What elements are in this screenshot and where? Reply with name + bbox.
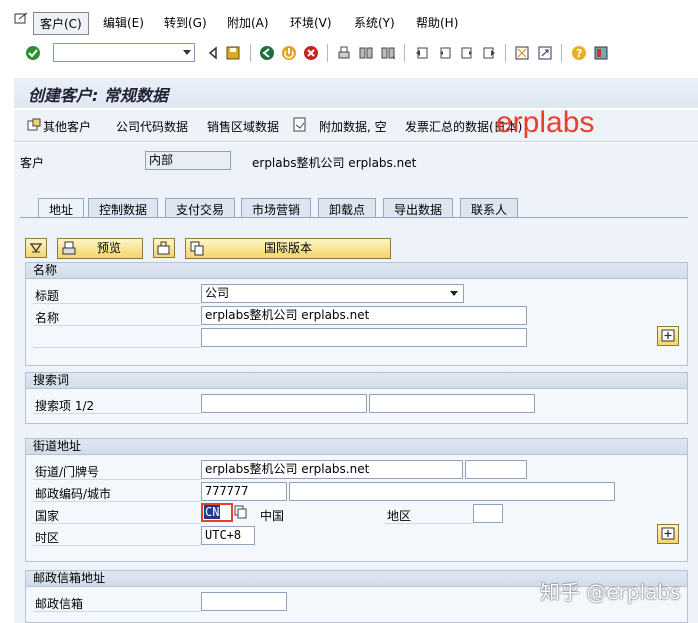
search-term-label: 搜索项 1/2 <box>35 399 95 413</box>
menu-bar: 客户(C) 编辑(E) 转到(G) 附加(A) 环境(V) 系统(Y) 帮助(H… <box>0 0 698 38</box>
prev-page-icon[interactable] <box>437 45 453 61</box>
page-title: 创建客户: 常规数据 <box>28 86 168 105</box>
timezone-input[interactable]: UTC+8 <box>201 526 255 545</box>
zhihu-watermark: 知乎 @erplabs <box>540 580 681 604</box>
find-next-icon[interactable] <box>380 45 396 61</box>
next-page-icon[interactable] <box>459 45 475 61</box>
street-label: 街道/门牌号 <box>35 465 100 479</box>
search-term2-input[interactable] <box>369 394 535 413</box>
change-icon <box>157 241 170 255</box>
customer-number-field: 内部 <box>145 151 231 170</box>
chevron-down-icon[interactable] <box>183 50 191 55</box>
po-box-input[interactable] <box>201 592 287 611</box>
brand-watermark: erplabs <box>496 106 595 139</box>
sales-area-data-button[interactable]: 销售区域数据 <box>207 118 279 135</box>
other-customer-button[interactable]: 其他客户 <box>43 118 91 135</box>
menu-help[interactable]: 帮助(H) <box>416 14 458 31</box>
preview-button[interactable]: 预览 <box>57 238 143 259</box>
intl-version-label: 国际版本 <box>263 241 312 255</box>
tab-unloading-points[interactable]: 卸载点 <box>318 198 377 217</box>
country-input[interactable]: CN <box>201 503 233 522</box>
country-label: 国家 <box>35 509 60 523</box>
more-fields-button[interactable] <box>657 326 679 346</box>
search-group-title: 搜索词 <box>26 373 687 389</box>
region-input[interactable] <box>473 504 503 523</box>
exit-icon[interactable] <box>281 45 297 61</box>
additional-data-icon[interactable] <box>293 117 307 135</box>
street-input[interactable]: erplabs整机公司 erplabs.net <box>201 460 463 479</box>
more-address-fields-button[interactable] <box>657 524 679 544</box>
salutation-value: 公司 <box>205 286 230 300</box>
tab-export-data[interactable]: 导出数据 <box>383 198 454 217</box>
expand-fields-icon <box>661 329 675 342</box>
collapse-icon <box>29 243 43 253</box>
additional-data-button[interactable]: 附加数据, 空 <box>319 118 387 135</box>
tab-payment-transactions[interactable]: 支付交易 <box>165 198 236 217</box>
timezone-label: 时区 <box>35 531 60 545</box>
salutation-select[interactable]: 公司 <box>201 284 464 303</box>
name2-input[interactable] <box>201 328 527 347</box>
intl-version-icon <box>190 241 204 256</box>
standard-toolbar: ? <box>0 38 698 68</box>
menu-system[interactable]: 系统(Y) <box>354 14 395 31</box>
print-preview-icon <box>62 241 76 255</box>
po-box-label: 邮政信箱 <box>35 597 84 611</box>
expand-fields-icon <box>661 527 675 540</box>
region-label: 地区 <box>387 509 412 523</box>
name-label: 名称 <box>35 311 60 325</box>
save-icon[interactable] <box>225 45 241 61</box>
find-icon[interactable] <box>358 45 374 61</box>
country-name-display: 中国 <box>260 509 285 523</box>
last-page-icon[interactable] <box>481 45 497 61</box>
enter-icon[interactable] <box>25 45 41 61</box>
menu-goto[interactable]: 转到(G) <box>164 14 207 31</box>
back-green-icon[interactable] <box>259 45 275 61</box>
street-group-title: 街道地址 <box>26 439 687 455</box>
other-customer-icon[interactable] <box>27 118 41 135</box>
city-input[interactable] <box>289 482 615 501</box>
svg-text:?: ? <box>576 47 582 60</box>
cancel-icon[interactable] <box>303 45 319 61</box>
international-version-button[interactable]: 国际版本 <box>185 238 391 259</box>
tab-control-data[interactable]: 控制数据 <box>88 198 159 217</box>
screen-title-bar: 创建客户: 常规数据 <box>14 78 698 108</box>
menu-extras[interactable]: 附加(A) <box>227 14 269 31</box>
country-value: CN <box>204 505 221 519</box>
shortcut-icon[interactable] <box>537 45 553 61</box>
postal-code-input[interactable]: 777777 <box>201 482 287 501</box>
customize-icon[interactable] <box>593 45 609 61</box>
tab-marketing[interactable]: 市场营销 <box>241 198 312 217</box>
menu-environment[interactable]: 环境(V) <box>290 14 332 31</box>
collapse-button[interactable] <box>25 238 47 258</box>
search-term1-input[interactable] <box>201 394 367 413</box>
change-icon-button[interactable] <box>153 238 175 258</box>
application-toolbar: 其他客户 公司代码数据 销售区域数据 附加数据, 空 发票汇总的数据(日本) <box>14 110 698 142</box>
tab-contact-person[interactable]: 联系人 <box>460 198 519 217</box>
customer-label: 客户 <box>20 156 45 170</box>
new-session-icon[interactable] <box>514 45 530 61</box>
print-icon[interactable] <box>336 45 352 61</box>
preview-label: 预览 <box>96 241 121 255</box>
command-field[interactable] <box>53 43 195 62</box>
name1-input[interactable]: erplabs整机公司 erplabs.net <box>201 306 527 325</box>
company-code-data-button[interactable]: 公司代码数据 <box>116 118 188 135</box>
postal-city-label: 邮政编码/城市 <box>35 487 112 501</box>
first-page-icon[interactable] <box>414 45 430 61</box>
house-number-input[interactable] <box>465 460 527 479</box>
salutation-label: 标题 <box>35 289 60 303</box>
country-search-help-icon[interactable] <box>234 505 248 522</box>
tab-address[interactable]: 地址 <box>38 198 85 218</box>
back-icon[interactable] <box>205 45 221 61</box>
menu-edit[interactable]: 编辑(E) <box>103 14 144 31</box>
chevron-down-icon[interactable] <box>450 291 458 296</box>
menu-customer[interactable]: 客户(C) <box>33 12 89 35</box>
name-group-title: 名称 <box>26 263 687 279</box>
customer-name-display: erplabs整机公司 erplabs.net <box>252 156 417 170</box>
system-menu-icon[interactable] <box>14 12 28 26</box>
help-icon[interactable]: ? <box>571 45 587 61</box>
tab-strip-line <box>20 217 688 218</box>
